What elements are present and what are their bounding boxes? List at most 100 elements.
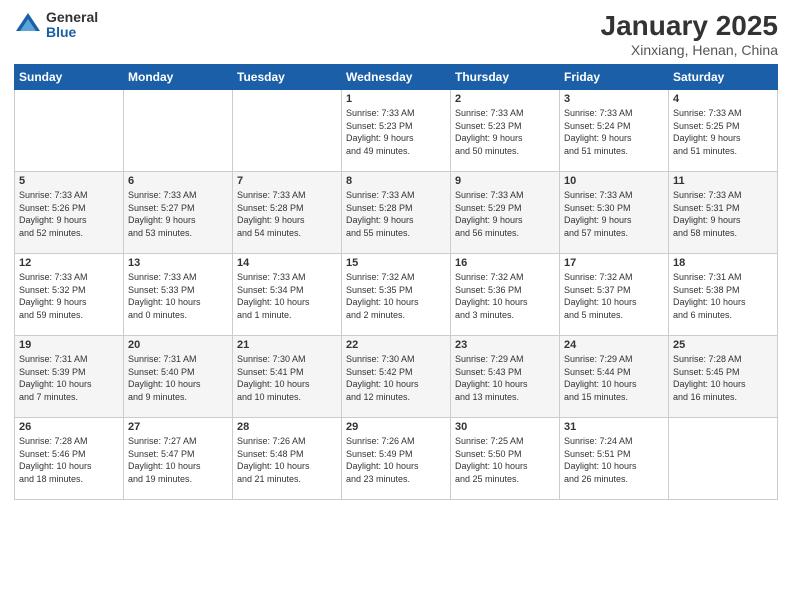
day-number: 1 (346, 93, 446, 105)
calendar-week-row: 12 Sunrise: 7:33 AM Sunset: 5:32 PM Dayli… (15, 254, 778, 336)
table-row (124, 90, 233, 172)
table-row (669, 418, 778, 500)
day-info: Sunrise: 7:33 AM Sunset: 5:23 PM Dayligh… (455, 107, 555, 157)
table-row: 5Sunrise: 7:33 AM Sunset: 5:26 PM Daylig… (15, 172, 124, 254)
table-row: 16Sunrise: 7:32 AM Sunset: 5:36 PM Dayli… (451, 254, 560, 336)
table-row: 25 Sunrise: 7:28 AM Sunset: 5:45 PM Dayli… (669, 336, 778, 418)
table-row: 18 Sunrise: 7:31 AM Sunset: 5:38 PM Dayli… (669, 254, 778, 336)
day-info: Sunrise: 7:24 AM Sunset: 5:51 PM Dayligh… (564, 435, 664, 485)
table-row: 26 Sunrise: 7:28 AM Sunset: 5:46 PM Dayli… (15, 418, 124, 500)
col-monday: Monday (124, 65, 233, 90)
col-saturday: Saturday (669, 65, 778, 90)
day-number: 11 (673, 175, 773, 187)
table-row: 21Sunrise: 7:30 AM Sunset: 5:41 PM Dayli… (233, 336, 342, 418)
day-info: Sunrise: 7:30 AM Sunset: 5:42 PM Dayligh… (346, 353, 446, 403)
table-row: 17Sunrise: 7:32 AM Sunset: 5:37 PM Dayli… (560, 254, 669, 336)
day-number: 12 (19, 257, 119, 269)
day-info: Sunrise: 7:33 AM Sunset: 5:25 PM Dayligh… (673, 107, 773, 157)
table-row (233, 90, 342, 172)
table-row: 20 Sunrise: 7:31 AM Sunset: 5:40 PM Dayli… (124, 336, 233, 418)
day-info: Sunrise: 7:32 AM Sunset: 5:36 PM Dayligh… (455, 271, 555, 321)
col-tuesday: Tuesday (233, 65, 342, 90)
table-row: 29Sunrise: 7:26 AM Sunset: 5:49 PM Dayli… (342, 418, 451, 500)
col-thursday: Thursday (451, 65, 560, 90)
table-row: 13Sunrise: 7:33 AM Sunset: 5:33 PM Dayli… (124, 254, 233, 336)
day-number: 19 (19, 339, 119, 351)
logo-blue: Blue (46, 25, 98, 40)
day-info: Sunrise: 7:29 AM Sunset: 5:44 PM Dayligh… (564, 353, 664, 403)
logo-general: General (46, 10, 98, 25)
day-number: 3 (564, 93, 664, 105)
table-row: 12 Sunrise: 7:33 AM Sunset: 5:32 PM Dayli… (15, 254, 124, 336)
day-info: Sunrise: 7:33 AM Sunset: 5:24 PM Dayligh… (564, 107, 664, 157)
col-sunday: Sunday (15, 65, 124, 90)
calendar-week-row: 26 Sunrise: 7:28 AM Sunset: 5:46 PM Dayli… (15, 418, 778, 500)
table-row: 3 Sunrise: 7:33 AM Sunset: 5:24 PM Daylig… (560, 90, 669, 172)
day-info: Sunrise: 7:33 AM Sunset: 5:28 PM Dayligh… (346, 189, 446, 239)
day-number: 31 (564, 421, 664, 433)
day-number: 30 (455, 421, 555, 433)
day-info: Sunrise: 7:31 AM Sunset: 5:40 PM Dayligh… (128, 353, 228, 403)
day-info: Sunrise: 7:33 AM Sunset: 5:29 PM Dayligh… (455, 189, 555, 239)
day-number: 18 (673, 257, 773, 269)
day-number: 15 (346, 257, 446, 269)
day-info: Sunrise: 7:29 AM Sunset: 5:43 PM Dayligh… (455, 353, 555, 403)
calendar-week-row: 5Sunrise: 7:33 AM Sunset: 5:26 PM Daylig… (15, 172, 778, 254)
day-info: Sunrise: 7:33 AM Sunset: 5:34 PM Dayligh… (237, 271, 337, 321)
page: General Blue January 2025 Xinxiang, Hena… (0, 0, 792, 612)
calendar-subtitle: Xinxiang, Henan, China (601, 42, 778, 58)
logo: General Blue (14, 10, 98, 41)
calendar-week-row: 19Sunrise: 7:31 AM Sunset: 5:39 PM Dayli… (15, 336, 778, 418)
day-number: 22 (346, 339, 446, 351)
day-number: 29 (346, 421, 446, 433)
table-row (15, 90, 124, 172)
day-number: 5 (19, 175, 119, 187)
table-row: 14Sunrise: 7:33 AM Sunset: 5:34 PM Dayli… (233, 254, 342, 336)
day-number: 9 (455, 175, 555, 187)
day-number: 23 (455, 339, 555, 351)
calendar: Sunday Monday Tuesday Wednesday Thursday… (14, 64, 778, 500)
table-row: 24Sunrise: 7:29 AM Sunset: 5:44 PM Dayli… (560, 336, 669, 418)
day-number: 2 (455, 93, 555, 105)
logo-icon (14, 11, 42, 39)
day-number: 26 (19, 421, 119, 433)
day-info: Sunrise: 7:27 AM Sunset: 5:47 PM Dayligh… (128, 435, 228, 485)
title-block: January 2025 Xinxiang, Henan, China (601, 10, 778, 58)
day-info: Sunrise: 7:25 AM Sunset: 5:50 PM Dayligh… (455, 435, 555, 485)
day-info: Sunrise: 7:33 AM Sunset: 5:31 PM Dayligh… (673, 189, 773, 239)
table-row: 30 Sunrise: 7:25 AM Sunset: 5:50 PM Dayli… (451, 418, 560, 500)
col-friday: Friday (560, 65, 669, 90)
day-number: 28 (237, 421, 337, 433)
day-info: Sunrise: 7:31 AM Sunset: 5:38 PM Dayligh… (673, 271, 773, 321)
calendar-header-row: Sunday Monday Tuesday Wednesday Thursday… (15, 65, 778, 90)
day-info: Sunrise: 7:33 AM Sunset: 5:27 PM Dayligh… (128, 189, 228, 239)
table-row: 8Sunrise: 7:33 AM Sunset: 5:28 PM Daylig… (342, 172, 451, 254)
header: General Blue January 2025 Xinxiang, Hena… (14, 10, 778, 58)
day-number: 25 (673, 339, 773, 351)
table-row: 19Sunrise: 7:31 AM Sunset: 5:39 PM Dayli… (15, 336, 124, 418)
day-info: Sunrise: 7:33 AM Sunset: 5:28 PM Dayligh… (237, 189, 337, 239)
day-info: Sunrise: 7:28 AM Sunset: 5:46 PM Dayligh… (19, 435, 119, 485)
day-info: Sunrise: 7:33 AM Sunset: 5:32 PM Dayligh… (19, 271, 119, 321)
day-number: 7 (237, 175, 337, 187)
day-number: 4 (673, 93, 773, 105)
day-number: 27 (128, 421, 228, 433)
table-row: 1Sunrise: 7:33 AM Sunset: 5:23 PM Daylig… (342, 90, 451, 172)
day-number: 21 (237, 339, 337, 351)
table-row: 7 Sunrise: 7:33 AM Sunset: 5:28 PM Daylig… (233, 172, 342, 254)
day-number: 6 (128, 175, 228, 187)
table-row: 31 Sunrise: 7:24 AM Sunset: 5:51 PM Dayli… (560, 418, 669, 500)
table-row: 27 Sunrise: 7:27 AM Sunset: 5:47 PM Dayli… (124, 418, 233, 500)
table-row: 23 Sunrise: 7:29 AM Sunset: 5:43 PM Dayli… (451, 336, 560, 418)
table-row: 2 Sunrise: 7:33 AM Sunset: 5:23 PM Daylig… (451, 90, 560, 172)
table-row: 11 Sunrise: 7:33 AM Sunset: 5:31 PM Dayli… (669, 172, 778, 254)
day-info: Sunrise: 7:28 AM Sunset: 5:45 PM Dayligh… (673, 353, 773, 403)
day-number: 20 (128, 339, 228, 351)
day-info: Sunrise: 7:32 AM Sunset: 5:35 PM Dayligh… (346, 271, 446, 321)
logo-text: General Blue (46, 10, 98, 41)
table-row: 6 Sunrise: 7:33 AM Sunset: 5:27 PM Daylig… (124, 172, 233, 254)
calendar-title: January 2025 (601, 10, 778, 42)
table-row: 15 Sunrise: 7:32 AM Sunset: 5:35 PM Dayli… (342, 254, 451, 336)
table-row: 22 Sunrise: 7:30 AM Sunset: 5:42 PM Dayli… (342, 336, 451, 418)
day-info: Sunrise: 7:32 AM Sunset: 5:37 PM Dayligh… (564, 271, 664, 321)
